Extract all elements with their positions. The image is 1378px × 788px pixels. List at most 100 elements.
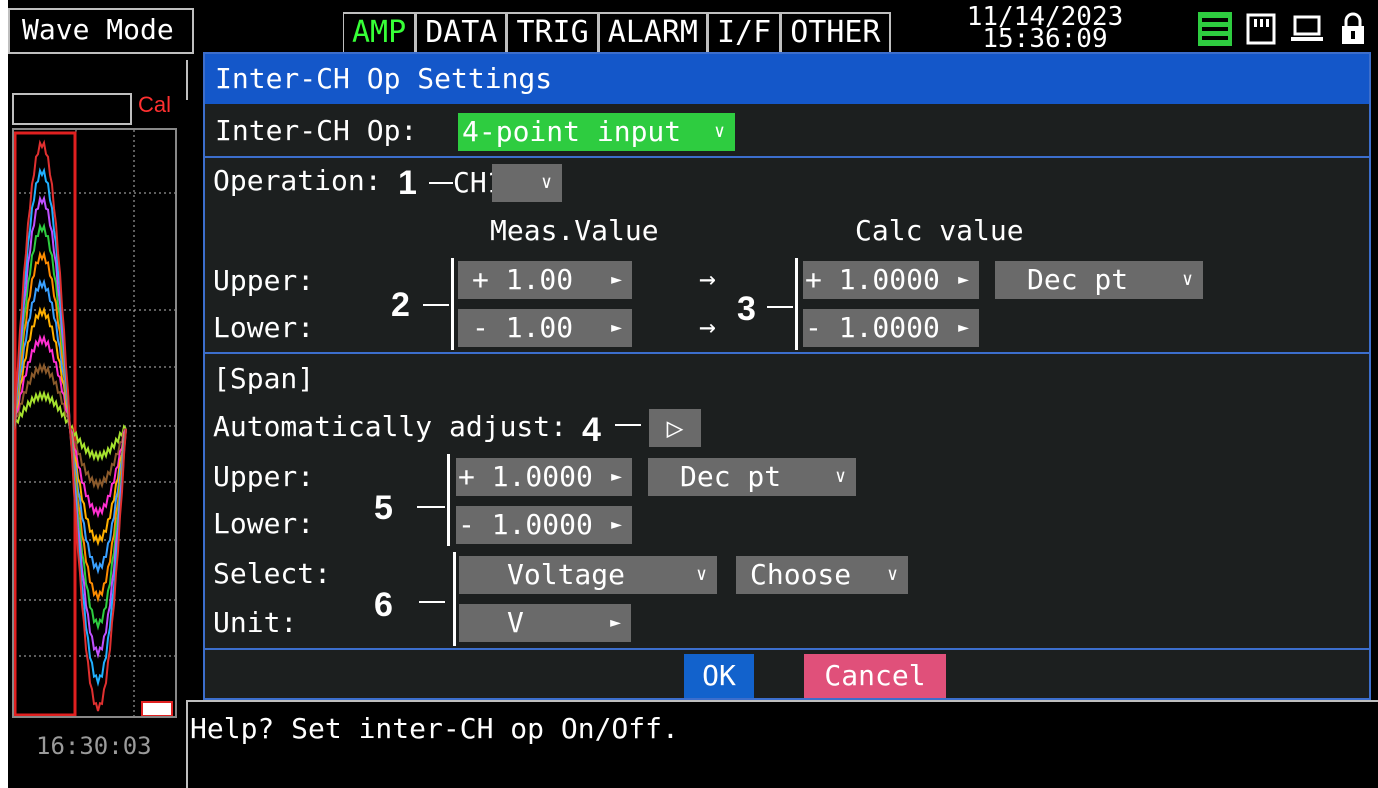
play-arrow-icon: ► [611, 269, 622, 290]
graph-time: 16:30:03 [36, 732, 152, 760]
calc-value-header: Calc value [855, 214, 1024, 247]
play-arrow-icon: ► [958, 269, 969, 290]
waveform-graph [12, 128, 177, 718]
inter-ch-op-value: 4-point input [462, 115, 682, 148]
tab-if[interactable]: I/F [708, 12, 782, 54]
callout-2-line [423, 304, 449, 306]
page-marker [141, 701, 173, 717]
choose-dropdown[interactable]: Choose ∨ [736, 556, 908, 594]
chevron-down-icon: ∨ [835, 466, 846, 487]
choose-value: Choose [750, 558, 852, 591]
callout-4: 4 [582, 411, 601, 449]
auto-adjust-label: Automatically adjust: [213, 410, 568, 443]
lock-icon[interactable] [1334, 10, 1372, 48]
callout-3: 3 [737, 290, 756, 328]
tab-amp[interactable]: AMP [343, 12, 417, 54]
chevron-down-icon: ∨ [714, 121, 725, 142]
span-lower-field[interactable]: - 1.0000 ► [456, 506, 632, 544]
cancel-button[interactable]: Cancel [804, 654, 946, 698]
callout-4-line [615, 424, 641, 426]
waveform-svg [13, 130, 175, 717]
meas-value-header: Meas.Value [490, 214, 659, 247]
callout-5: 5 [374, 489, 393, 527]
meas-lower-field[interactable]: - 1.00 ► [458, 309, 632, 347]
calc-lower-field[interactable]: - 1.0000 ► [803, 309, 979, 347]
system-icons [1196, 10, 1372, 50]
meas-lower-value: - 1.00 [472, 311, 574, 344]
inter-ch-op-label: Inter-CH Op: [215, 114, 418, 147]
calc-upper-value: + 1.0000 [805, 263, 940, 296]
waveform-traces [13, 139, 127, 712]
arrow-right-icon: → [699, 262, 716, 295]
upper-label: Upper: [213, 264, 315, 297]
callout-1-line [429, 182, 453, 184]
arrow-right-icon: → [699, 310, 716, 343]
span-lower-value: - 1.0000 [458, 508, 593, 541]
unit-label: Unit: [213, 606, 298, 639]
play-arrow-icon: ► [611, 466, 622, 487]
callout-3-bracket [795, 258, 798, 350]
tab-alarm[interactable]: ALARM [598, 12, 708, 54]
calc-lower-value: - 1.0000 [805, 311, 940, 344]
span-lower-label: Lower: [213, 507, 315, 540]
span-upper-field[interactable]: + 1.0000 ► [456, 458, 632, 496]
calc-upper-field[interactable]: + 1.0000 ► [803, 261, 979, 299]
play-arrow-icon: ► [611, 514, 622, 535]
span-upper-value: + 1.0000 [458, 460, 593, 493]
separator [205, 352, 1369, 354]
help-divider-vertical [186, 700, 188, 788]
calc-format-select[interactable]: Dec pt ∨ [995, 261, 1203, 299]
cal-label: Cal [138, 92, 172, 117]
select-label: Select: [213, 557, 332, 590]
callout-6-bracket [453, 552, 456, 646]
help-text: Help? Set inter-CH op On/Off. [190, 712, 679, 745]
meas-upper-field[interactable]: + 1.00 ► [458, 261, 632, 299]
inter-ch-op-dialog: Inter-CH Op Settings Inter-CH Op: 4-poin… [203, 52, 1371, 700]
ok-button[interactable]: OK [684, 654, 754, 698]
tab-data[interactable]: DATA [416, 12, 508, 54]
callout-5-line [417, 506, 445, 508]
operation-dropdown[interactable]: ∨ [492, 164, 562, 202]
meas-upper-value: + 1.00 [472, 263, 574, 296]
separator [205, 648, 1369, 650]
chevron-down-icon: ∨ [1182, 269, 1193, 290]
callout-5-bracket [447, 454, 450, 546]
memory-card-icon[interactable] [1242, 10, 1280, 48]
callout-2-bracket [451, 258, 454, 350]
callout-2: 2 [391, 286, 410, 324]
channel-box [12, 93, 132, 125]
chevron-down-icon: ∨ [696, 564, 707, 585]
chevron-down-icon: ∨ [887, 564, 898, 585]
calc-format-value: Dec pt [1027, 263, 1129, 296]
pc-icon[interactable] [1288, 10, 1326, 48]
auto-adjust-button[interactable]: ▷ [649, 409, 701, 447]
tab-trig[interactable]: TRIG [507, 12, 599, 54]
mode-title: Wave Mode [8, 8, 194, 54]
separator [205, 156, 1369, 158]
play-arrow-icon: ► [958, 317, 969, 338]
unit-value: V [507, 606, 524, 639]
callout-6-line [419, 601, 445, 603]
play-icon: ▷ [666, 411, 684, 444]
lower-label: Lower: [213, 311, 315, 344]
list-icon[interactable] [1196, 10, 1234, 48]
callout-6: 6 [374, 586, 393, 624]
tab-other[interactable]: OTHER [781, 12, 891, 54]
select-type-dropdown[interactable]: Voltage ∨ [459, 556, 717, 594]
select-type-value: Voltage [507, 558, 626, 591]
inter-ch-op-select[interactable]: 4-point input ∨ [458, 113, 735, 151]
unit-field[interactable]: V ► [459, 604, 631, 642]
span-heading: [Span] [213, 362, 315, 395]
grid-lines [14, 130, 175, 716]
span-format-select[interactable]: Dec pt ∨ [648, 458, 856, 496]
datetime: 11/14/2023 15:36:09 [950, 4, 1140, 54]
operation-label: Operation: [213, 164, 382, 197]
play-arrow-icon: ► [610, 612, 621, 633]
play-arrow-icon: ► [611, 317, 622, 338]
help-divider [186, 700, 1378, 702]
chevron-down-icon: ∨ [541, 172, 552, 193]
selection-frame [13, 131, 77, 717]
callout-3-line [767, 306, 793, 308]
callout-1: 1 [398, 164, 417, 202]
tab-bar: AMP DATA TRIG ALARM I/F OTHER [343, 12, 891, 54]
